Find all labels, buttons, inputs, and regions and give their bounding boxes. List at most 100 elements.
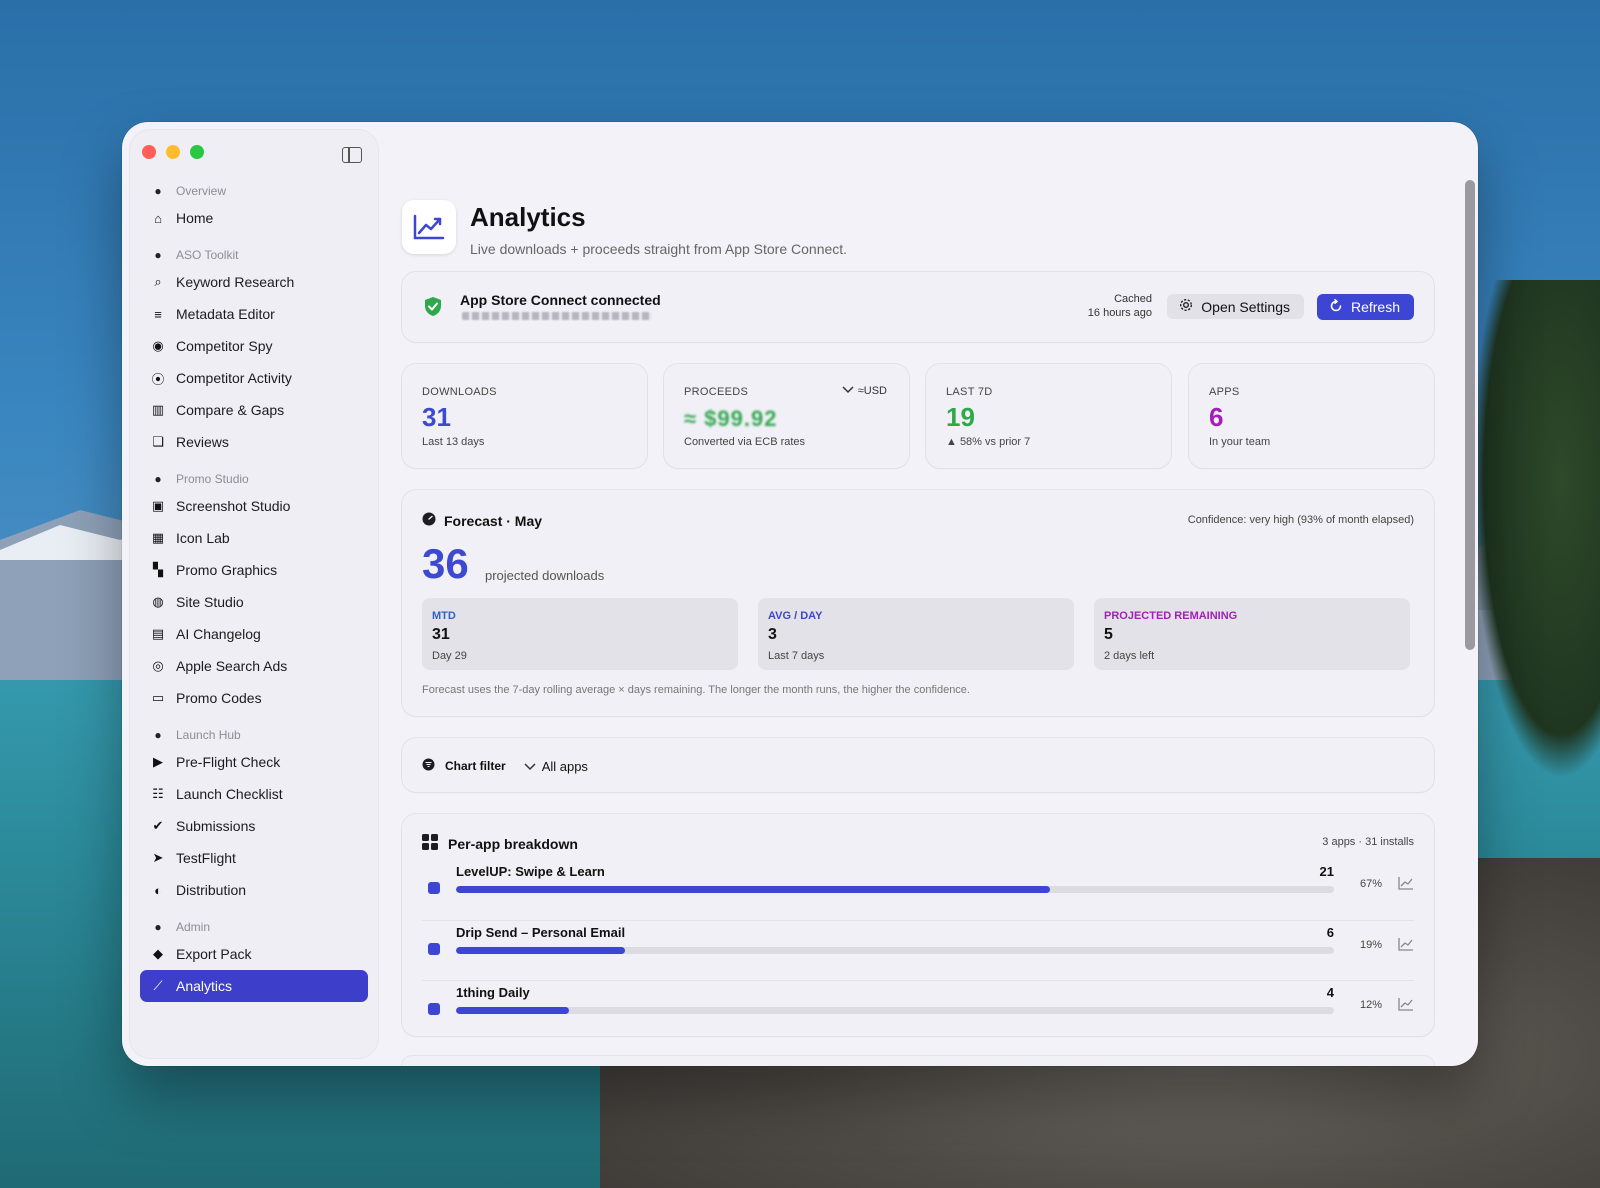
sidebar-item-label: Submissions (176, 818, 256, 834)
sidebar-item-label: Keyword Research (176, 274, 295, 290)
photos-icon: ▣ (151, 498, 165, 513)
breakdown-row[interactable]: 1thing Daily 4 12% (422, 980, 1414, 1038)
sidebar-item-label: TestFlight (176, 850, 236, 866)
sidebar-item-apple-search-ads[interactable]: ◎ Apple Search Ads (140, 650, 368, 682)
sidebar-item-label: Promo Codes (176, 690, 262, 706)
open-settings-button[interactable]: Open Settings (1167, 294, 1304, 319)
cache-time: 16 hours ago (1087, 307, 1152, 319)
sidebar-item-metadata-editor[interactable]: ≡ Metadata Editor (140, 298, 368, 330)
stat-label: PROCEEDS (684, 386, 749, 398)
cache-status: Cached 16 hours ago (1088, 292, 1152, 320)
forecast-note: Forecast uses the 7-day rolling average … (422, 684, 970, 696)
stat-sub: Last 13 days (422, 436, 485, 448)
checkmark-circle-icon: ● (154, 728, 162, 742)
magnifier-circle-icon: ● (154, 248, 162, 262)
currency-select[interactable]: ≈USD (842, 385, 887, 397)
connection-card: App Store Connect connected Cached 16 ho… (402, 272, 1434, 342)
sidebar-item-screenshot-studio[interactable]: ▣ Screenshot Studio (140, 490, 368, 522)
sidebar-item-competitor-activity[interactable]: ⦿ Competitor Activity (140, 362, 368, 394)
sidebar-item-home[interactable]: ⌂ Home (140, 202, 368, 234)
redacted-account-info (462, 312, 652, 320)
search-icon: ⌕ (154, 274, 162, 289)
stat-value: 6 (1209, 402, 1224, 432)
sidebar-item-label: Competitor Activity (176, 370, 292, 386)
page-header: Analytics Live downloads + proceeds stra… (402, 200, 847, 257)
scrollbar[interactable] (1465, 180, 1475, 650)
refresh-button[interactable]: Refresh (1316, 294, 1414, 320)
gear-icon (1179, 298, 1193, 315)
stat-sub: In your team (1209, 436, 1271, 448)
chart-filter-value: All apps (541, 758, 588, 774)
sidebar-item-promo-graphics[interactable]: ▚ Promo Graphics (140, 554, 368, 586)
background-trees (1470, 280, 1600, 780)
trend-chart-icon[interactable] (1398, 937, 1414, 956)
sidebar-item-icon-lab[interactable]: ▦ Icon Lab (140, 522, 368, 554)
sidebar-item-label: Distribution (176, 882, 247, 898)
zoom-window-button[interactable] (190, 145, 204, 159)
app-window: ● Overview ⌂ Home ● ASO Toolkit ⌕ Keyword Resea… (122, 122, 1478, 1066)
stat-label: APPS (1209, 386, 1240, 398)
minimize-window-button[interactable] (166, 145, 180, 159)
sidebar-item-ai-changelog[interactable]: ▤ AI Changelog (140, 618, 368, 650)
ticket-icon: ▭ (151, 690, 165, 705)
sidebar-item-submissions[interactable]: ✔ Submissions (140, 810, 368, 842)
forecast-projected-label: projected downloads (485, 568, 605, 583)
share-bar (456, 1007, 1334, 1014)
forecast-projected-value: 36 (422, 540, 469, 587)
layout-icon: ▚ (153, 562, 163, 577)
sidebar-item-distribution[interactable]: ◐ Distribution (140, 874, 368, 906)
refresh-label: Refresh (1350, 299, 1400, 315)
mini-label: PROJECTED REMAINING (1104, 610, 1238, 622)
sidebar-item-analytics[interactable]: ⟋ Analytics (140, 970, 368, 1002)
sidebar-item-label: Icon Lab (176, 530, 230, 546)
sidebar-item-label: AI Changelog (176, 626, 261, 642)
stat-label: LAST 7D (946, 386, 993, 398)
sidebar-item-label: Export Pack (176, 946, 252, 962)
sidebar-nav: ● Overview ⌂ Home ● ASO Toolkit ⌕ Keyword Resea… (140, 180, 368, 1002)
open-settings-label: Open Settings (1201, 298, 1290, 315)
sidebar-toggle-icon[interactable] (342, 147, 362, 163)
trend-chart-icon[interactable] (1398, 876, 1414, 895)
sidebar-item-competitor-spy[interactable]: ◉ Competitor Spy (140, 330, 368, 362)
forecast-card: Forecast · May Confidence: very high (93… (402, 490, 1434, 716)
analytics-chart-icon (402, 200, 456, 254)
chat-bubbles-icon: ❏ (152, 434, 164, 449)
app-grid-icon: ▦ (151, 530, 165, 545)
sidebar-item-pre-flight-check[interactable]: ▶ Pre-Flight Check (140, 746, 368, 778)
sidebar-item-label: Reviews (176, 434, 229, 450)
globe-grid-icon: ◐ (154, 882, 162, 898)
refresh-icon (1329, 298, 1343, 316)
sidebar-item-label: Site Studio (176, 594, 244, 610)
sidebar-item-compare-gaps[interactable]: ▥ Compare & Gaps (140, 394, 368, 426)
sidebar-item-promo-codes[interactable]: ▭ Promo Codes (140, 682, 368, 714)
text-align-icon: ≡ (154, 306, 162, 322)
sidebar-item-reviews[interactable]: ❏ Reviews (140, 426, 368, 458)
app-install-count: 6 (1326, 925, 1334, 940)
section-header: ● Launch Hub (140, 724, 368, 746)
app-name: 1thing Daily (456, 985, 530, 1000)
chart-filter-dropdown[interactable]: All apps (524, 759, 588, 774)
paperplane-icon: ➤ (152, 850, 164, 865)
app-share-percent: 67% (1359, 878, 1382, 890)
breakdown-row[interactable]: LevelUP: Swipe & Learn 21 67% (422, 860, 1414, 918)
page-title: Analytics (470, 202, 586, 232)
stat-value: 19 (946, 402, 975, 432)
forecast-confidence: Confidence: very high (93% of month elap… (1187, 514, 1414, 526)
trend-chart-icon[interactable] (1398, 997, 1414, 1016)
shield-check-icon (425, 297, 441, 316)
sidebar-item-keyword-research[interactable]: ⌕ Keyword Research (140, 266, 368, 298)
sidebar-item-site-studio[interactable]: ◍ Site Studio (140, 586, 368, 618)
connection-title: App Store Connect connected (460, 292, 661, 308)
sidebar-item-testflight[interactable]: ➤ TestFlight (140, 842, 368, 874)
breakdown-row[interactable]: Drip Send – Personal Email 6 19% (422, 920, 1414, 978)
broadcast-icon: ⦿ (151, 371, 165, 387)
stat-value: ≈ $99.92 (684, 406, 778, 431)
close-window-button[interactable] (142, 145, 156, 159)
stat-sub: ▲ 58% vs prior 7 (946, 436, 1031, 448)
sidebar-item-export-pack[interactable]: ◆ Export Pack (140, 938, 368, 970)
sidebar-item-launch-checklist[interactable]: ☷ Launch Checklist (140, 778, 368, 810)
box-icon: ◆ (153, 946, 163, 961)
forecast-header: Forecast · May (422, 512, 542, 529)
app-color-swatch (428, 943, 440, 955)
sidebar-item-label: Promo Graphics (176, 562, 278, 578)
